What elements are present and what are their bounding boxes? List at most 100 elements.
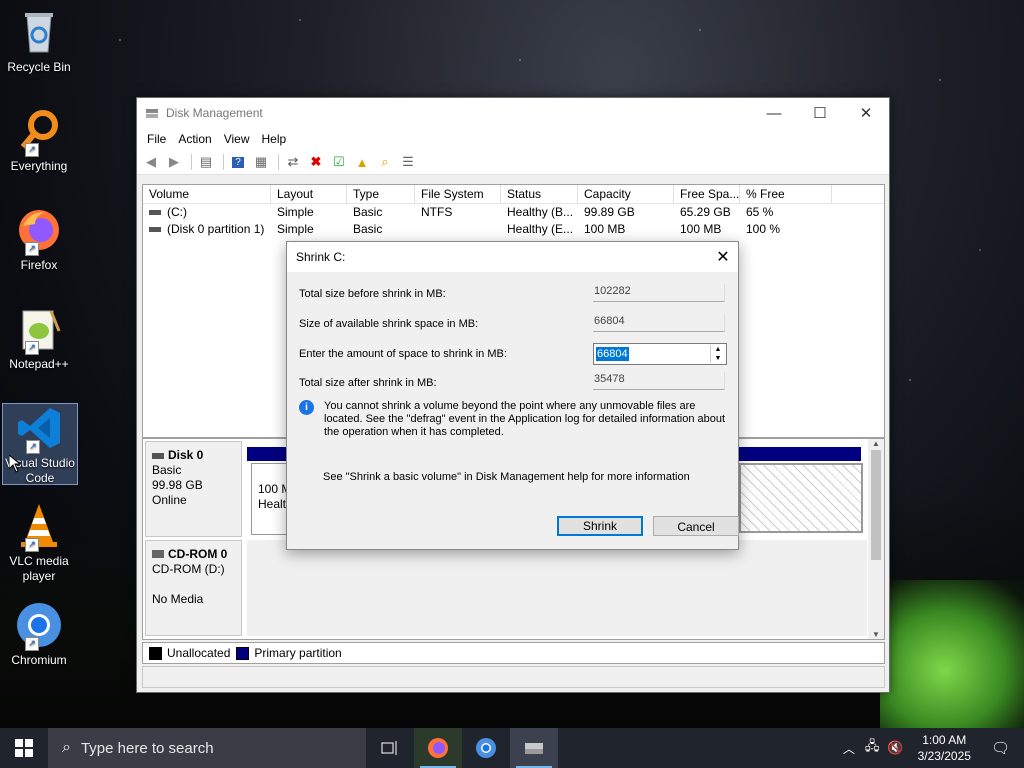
shortcut-arrow-icon: ↗: [25, 242, 39, 256]
capacity-cell: 99.89 GB: [584, 205, 635, 219]
disk-management-icon: [146, 109, 158, 118]
maximize-button[interactable]: ☐: [797, 98, 843, 128]
column-header-percent-free[interactable]: % Free: [740, 185, 832, 203]
desktop-icon-label: Firefox: [20, 258, 58, 272]
window-titlebar[interactable]: Disk Management — ☐ ✕: [137, 98, 889, 128]
volume-muted-icon[interactable]: 🔇: [887, 740, 903, 756]
start-button[interactable]: [0, 728, 48, 768]
windows-logo-icon: [15, 739, 33, 757]
taskbar-search-box[interactable]: ⌕ Type here to search: [48, 728, 366, 768]
menu-file[interactable]: File: [141, 132, 172, 146]
folder-up-icon[interactable]: ▲: [352, 153, 372, 171]
desktop-icon-label: Notepad++: [9, 357, 69, 371]
dialog-close-button[interactable]: ✕: [708, 242, 738, 272]
free-space-cell: 65.29 GB: [680, 205, 731, 219]
cdrom-drive: CD-ROM (D:): [152, 562, 225, 576]
disk0-label[interactable]: Disk 0 Basic 99.98 GB Online: [145, 441, 242, 537]
check-icon[interactable]: ☑: [329, 153, 349, 171]
chevron-up-icon[interactable]: ︿: [843, 740, 855, 757]
forward-arrow-icon[interactable]: ▶: [164, 153, 184, 171]
task-view-button[interactable]: [366, 728, 414, 768]
desktop-icon-notepadpp[interactable]: ↗ Notepad++: [2, 305, 76, 372]
dialog-titlebar[interactable]: Shrink C: ✕: [287, 242, 738, 272]
menu-help[interactable]: Help: [256, 132, 293, 146]
taskbar-chromium[interactable]: [462, 728, 510, 768]
desktop-icon-chromium[interactable]: ↗ Chromium: [2, 601, 76, 668]
cdrom-label[interactable]: CD-ROM 0 CD-ROM (D:) No Media: [145, 540, 242, 636]
shrink-amount-label: Enter the amount of space to shrink in M…: [299, 348, 507, 360]
scroll-down-icon[interactable]: ▼: [868, 630, 884, 639]
disk0-partition1[interactable]: 100 M Health: [251, 463, 293, 535]
table-row[interactable]: (C:) Simple Basic NTFS Healthy (B... 99.…: [143, 204, 884, 221]
spinner-arrows[interactable]: ▲ ▼: [710, 345, 725, 363]
vlc-cone-icon: ↗: [15, 502, 63, 552]
column-header-file-system[interactable]: File System: [415, 185, 501, 203]
total-after-label: Total size after shrink in MB:: [299, 377, 437, 389]
properties-icon[interactable]: ▦: [251, 153, 271, 171]
percent-free-cell: 65 %: [746, 205, 774, 219]
delete-icon[interactable]: ✖: [306, 153, 326, 171]
menu-view[interactable]: View: [218, 132, 256, 146]
dialog-title: Shrink C:: [296, 250, 346, 264]
spin-down-icon[interactable]: ▼: [711, 354, 725, 363]
column-header-status[interactable]: Status: [501, 185, 578, 203]
shrink-amount-input[interactable]: 66804: [596, 347, 629, 361]
disk0-size: 99.98 GB: [152, 478, 203, 492]
list-icon[interactable]: ☰: [398, 153, 418, 171]
connect-icon[interactable]: ⇄: [283, 153, 303, 171]
layout-cell: Simple: [277, 222, 314, 236]
desktop-icon-recycle-bin[interactable]: Recycle Bin: [2, 8, 76, 75]
file-system-cell: NTFS: [421, 205, 453, 219]
scroll-thumb[interactable]: [871, 450, 881, 560]
mouse-cursor-icon: [9, 455, 21, 473]
column-header-type[interactable]: Type: [347, 185, 415, 203]
column-header-free-space[interactable]: Free Spa...: [674, 185, 740, 203]
task-view-icon: [381, 741, 397, 755]
legend-bar: Unallocated Primary partition: [142, 642, 885, 664]
firefox-icon: ↗: [15, 206, 63, 256]
status-bar: [142, 666, 885, 688]
column-header-volume[interactable]: Volume: [143, 185, 271, 203]
taskbar-disk-management[interactable]: [510, 728, 558, 768]
table-row[interactable]: (Disk 0 partition 1) Simple Basic Health…: [143, 221, 884, 238]
scroll-up-icon[interactable]: ▲: [868, 439, 884, 448]
legend-unallocated: Unallocated: [167, 646, 231, 660]
network-icon[interactable]: 🖧: [865, 737, 880, 759]
status-cell: Healthy (E...: [507, 222, 574, 236]
chromium-icon: ↗: [15, 601, 63, 651]
shortcut-arrow-icon: ↗: [25, 637, 39, 651]
disk-map-scrollbar[interactable]: ▲ ▼: [868, 439, 884, 639]
search-icon: ⌕: [62, 739, 71, 756]
desktop-icon-label: VLC media player: [9, 554, 69, 583]
spin-up-icon[interactable]: ▲: [711, 345, 725, 354]
cancel-button[interactable]: Cancel: [653, 516, 739, 536]
shortcut-arrow-icon: ↗: [25, 143, 39, 157]
recycle-bin-icon: [15, 8, 63, 56]
search-folder-icon[interactable]: ⌕: [375, 153, 395, 171]
back-arrow-icon[interactable]: ◀: [141, 153, 161, 171]
close-button[interactable]: ✕: [843, 98, 889, 128]
volume-name: (C:): [167, 205, 187, 219]
type-cell: Basic: [353, 222, 383, 236]
total-after-value: 35478: [593, 372, 725, 390]
shrink-amount-stepper[interactable]: 66804 ▲ ▼: [593, 343, 727, 365]
clock-time: 1:00 AM: [922, 733, 967, 747]
clock[interactable]: 1:00 AM 3/23/2025: [918, 732, 971, 764]
shortcut-arrow-icon: ↗: [26, 440, 40, 454]
disk0-name: Disk 0: [168, 448, 204, 462]
show-hide-console-tree-icon[interactable]: ▤: [196, 153, 216, 171]
disk-management-icon: [525, 743, 543, 754]
desktop-icon-vlc[interactable]: ↗ VLC media player: [2, 502, 76, 584]
taskbar-firefox[interactable]: [414, 728, 462, 768]
menu-action[interactable]: Action: [172, 132, 217, 146]
shrink-button[interactable]: Shrink: [557, 516, 643, 536]
column-header-layout[interactable]: Layout: [271, 185, 347, 203]
desktop-icon-everything[interactable]: ↗ Everything: [2, 107, 76, 174]
desktop-icon-firefox[interactable]: ↗ Firefox: [2, 206, 76, 273]
help-icon[interactable]: ?: [228, 153, 248, 171]
unallocated-swatch: [149, 646, 162, 660]
disk0-partition-c[interactable]: [739, 463, 863, 533]
notification-icon[interactable]: 🗨: [991, 739, 1010, 757]
minimize-button[interactable]: —: [751, 98, 797, 128]
column-header-capacity[interactable]: Capacity: [578, 185, 674, 203]
